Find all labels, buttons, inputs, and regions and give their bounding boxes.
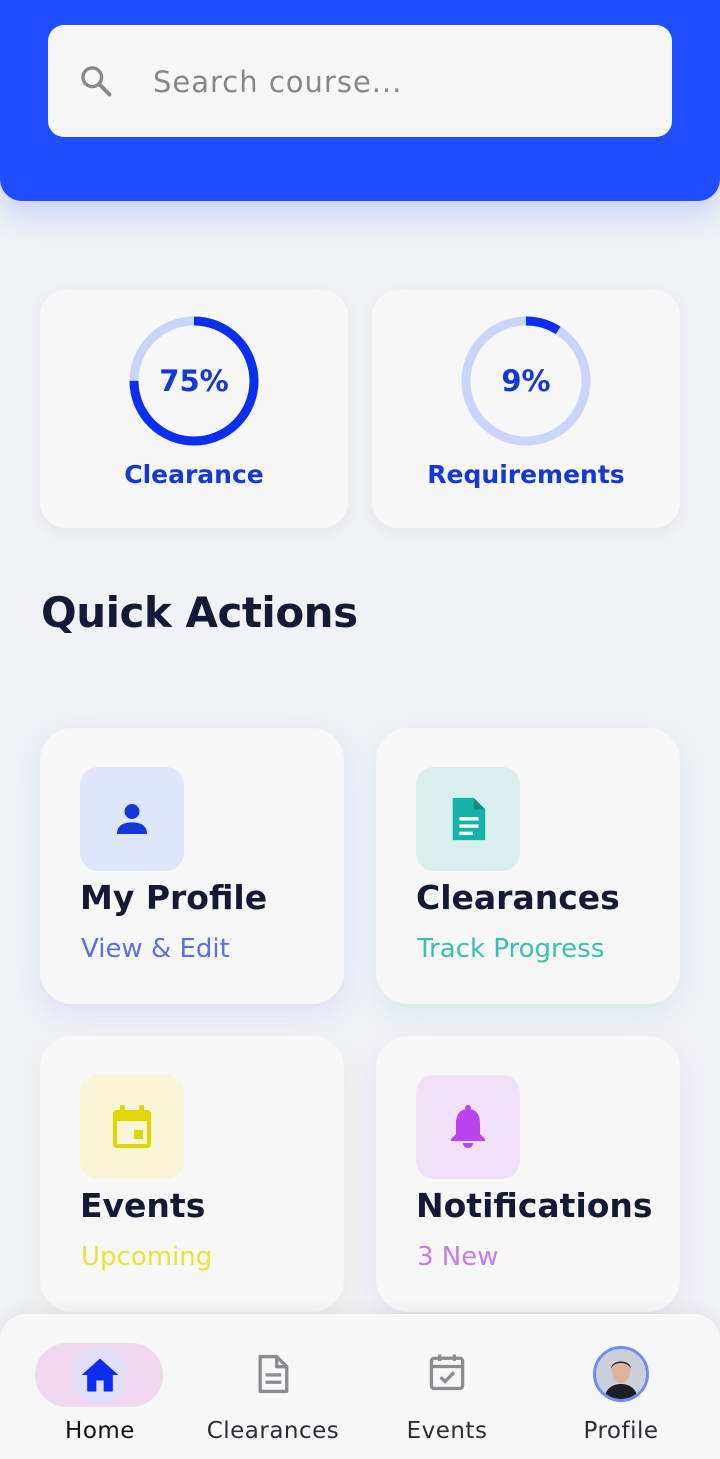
clearance-percent: 75% [159, 364, 229, 398]
document-icon-box [416, 767, 520, 871]
section-title: Quick Actions [41, 588, 358, 637]
calendar-icon-box [80, 1075, 184, 1179]
search-icon[interactable] [78, 63, 114, 99]
calendar-check-icon [429, 1354, 465, 1391]
clearances-title: Clearances [416, 878, 620, 917]
my-profile-subtitle: View & Edit [81, 934, 230, 964]
bell-icon [451, 1105, 485, 1148]
requirements-stat-card[interactable]: 9% Requirements [372, 290, 680, 528]
nav-label-profile: Profile [583, 1418, 659, 1444]
events-title: Events [80, 1186, 206, 1225]
clearances-subtitle: Track Progress [417, 934, 605, 964]
notifications-card[interactable]: Notifications 3 New [376, 1036, 680, 1312]
clearances-card[interactable]: Clearances Track Progress [376, 728, 680, 1004]
nav-item-clearances[interactable]: Clearances [183, 1314, 363, 1459]
search-input[interactable] [153, 56, 633, 108]
avatar [593, 1346, 649, 1402]
my-profile-title: My Profile [80, 878, 268, 917]
bell-icon-box [416, 1075, 520, 1179]
person-icon [117, 804, 147, 834]
notifications-title: Notifications [416, 1186, 653, 1225]
requirements-percent: 9% [501, 364, 551, 398]
clearance-label: Clearance [124, 460, 264, 489]
bottom-nav: Home Clearances Events Profile [0, 1314, 720, 1459]
nav-label-events: Events [406, 1418, 488, 1444]
nav-item-home[interactable]: Home [10, 1314, 190, 1459]
nav-item-profile[interactable]: Profile [531, 1314, 711, 1459]
requirements-label: Requirements [427, 460, 625, 489]
home-icon [81, 1358, 119, 1392]
calendar-icon [113, 1105, 151, 1148]
person-icon-box [80, 767, 184, 871]
events-card[interactable]: Events Upcoming [40, 1036, 344, 1312]
document-icon [452, 797, 486, 841]
clearance-stat-card[interactable]: 75% Clearance [40, 290, 348, 528]
nav-label-home: Home [65, 1418, 135, 1444]
document-outline-icon [258, 1354, 289, 1394]
notifications-subtitle: 3 New [417, 1242, 499, 1272]
nav-label-clearances: Clearances [206, 1418, 340, 1444]
nav-item-events[interactable]: Events [357, 1314, 537, 1459]
events-subtitle: Upcoming [81, 1242, 213, 1272]
my-profile-card[interactable]: My Profile View & Edit [40, 728, 344, 1004]
